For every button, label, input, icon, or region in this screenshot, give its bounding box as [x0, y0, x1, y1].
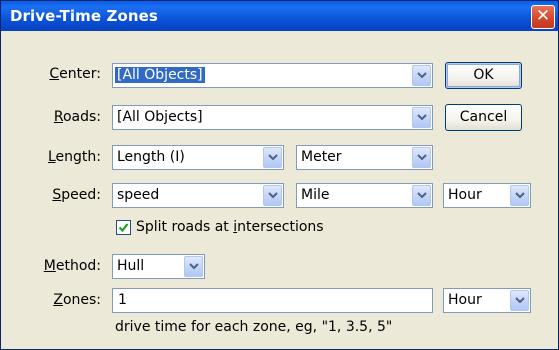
zones-hint: drive time for each zone, eg, "1, 3.5, 5…	[115, 319, 393, 335]
chevron-down-icon[interactable]	[412, 147, 431, 168]
cancel-button[interactable]: Cancel	[445, 104, 522, 131]
zones-label: Zones:	[53, 292, 101, 308]
chevron-down-icon[interactable]	[263, 185, 282, 206]
center-combo[interactable]: [All Objects]	[112, 63, 433, 88]
speed-label: Speed:	[52, 187, 101, 203]
length-unit-combo[interactable]: Meter	[296, 145, 433, 170]
roads-label: Roads:	[53, 109, 101, 125]
dialog-window: Drive-Time Zones ✕ Center: [All Objects]…	[0, 0, 559, 350]
chevron-down-icon[interactable]	[263, 147, 282, 168]
chevron-down-icon[interactable]	[510, 185, 529, 206]
close-icon[interactable]: ✕	[532, 5, 554, 27]
speed-time-unit-value: Hour	[448, 187, 482, 203]
roads-combo[interactable]: [All Objects]	[112, 105, 433, 130]
ok-button[interactable]: OK	[445, 62, 522, 89]
length-field-combo[interactable]: Length (I)	[112, 145, 284, 170]
length-field-value: Length (I)	[117, 149, 185, 165]
zones-value: 1	[118, 292, 127, 308]
length-unit-value: Meter	[301, 149, 342, 165]
method-label: Method:	[43, 258, 101, 274]
speed-field-combo[interactable]: speed	[112, 183, 284, 208]
checkmark-icon	[118, 223, 129, 233]
center-value: [All Objects]	[115, 67, 205, 83]
window-title: Drive-Time Zones	[10, 7, 158, 25]
center-label: Center:	[49, 66, 101, 82]
chevron-down-icon[interactable]	[184, 256, 203, 277]
method-value: Hull	[117, 258, 145, 274]
close-button[interactable]: ✕	[531, 5, 555, 29]
chevron-down-icon[interactable]	[412, 65, 431, 86]
zones-input[interactable]: 1	[112, 288, 433, 313]
split-roads-checkbox[interactable]	[116, 220, 131, 235]
roads-value: [All Objects]	[117, 109, 203, 125]
speed-time-unit-combo[interactable]: Hour	[443, 183, 531, 208]
length-label: Length:	[47, 149, 101, 165]
title-bar[interactable]: Drive-Time Zones ✕	[1, 1, 558, 31]
zones-unit-value: Hour	[448, 292, 482, 308]
speed-unit-combo[interactable]: Mile	[296, 183, 433, 208]
speed-field-value: speed	[117, 187, 160, 203]
speed-unit-value: Mile	[301, 187, 330, 203]
chevron-down-icon[interactable]	[412, 107, 431, 128]
split-roads-label[interactable]: Split roads at intersections	[136, 219, 324, 235]
zones-unit-combo[interactable]: Hour	[443, 288, 531, 313]
chevron-down-icon[interactable]	[412, 185, 431, 206]
chevron-down-icon[interactable]	[510, 290, 529, 311]
method-combo[interactable]: Hull	[112, 254, 205, 279]
